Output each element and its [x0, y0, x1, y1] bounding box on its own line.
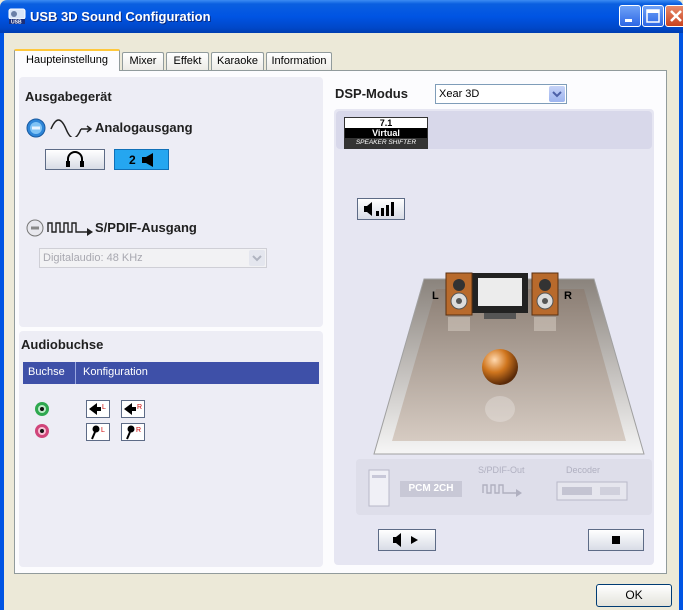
- spdif-radio[interactable]: [25, 218, 45, 238]
- chevron-down-icon: [249, 250, 265, 266]
- minimize-button[interactable]: [619, 5, 641, 27]
- badge-bottom-text: SPEAKER SHIFTER: [345, 138, 427, 148]
- tab-label: Karaoke: [217, 55, 258, 67]
- usb-speaker-icon: USB: [8, 8, 26, 25]
- window-frame-right: [679, 33, 683, 610]
- tab-information[interactable]: Information: [266, 52, 332, 70]
- pc-tower-icon: [368, 469, 390, 507]
- tab-karaoke[interactable]: Karaoke: [211, 52, 264, 70]
- close-button[interactable]: [665, 5, 683, 27]
- spdif-rate-value: Digitalaudio: 48 KHz: [43, 252, 143, 264]
- svg-text:USB: USB: [11, 20, 22, 26]
- minimize-icon: [625, 19, 632, 22]
- speaker-left-icon: L: [89, 403, 106, 415]
- analog-radio[interactable]: [25, 117, 47, 139]
- stop-button[interactable]: [588, 529, 644, 551]
- virtual-room-stage: L R: [373, 272, 645, 455]
- pcm-mode-label: PCM 2CH: [400, 481, 462, 497]
- volume-level-button[interactable]: [357, 198, 405, 220]
- volume-level-icon: [364, 202, 394, 216]
- decoder-label: Decoder: [566, 465, 601, 475]
- headphone-button[interactable]: [45, 149, 105, 170]
- column-divider: [75, 362, 76, 384]
- speaker-icon: [142, 153, 153, 167]
- tab-label: Haupteinstellung: [26, 54, 108, 66]
- svg-text:L: L: [101, 427, 105, 434]
- maximize-button[interactable]: [642, 5, 664, 27]
- dsp-mode-value: Xear 3D: [439, 88, 480, 100]
- spdif-digital-icon: [47, 222, 93, 236]
- svg-text:R: R: [137, 404, 142, 411]
- speaker-right-icon: R: [124, 403, 142, 415]
- analog-output-label: Analogausgang: [95, 120, 193, 135]
- tab-label: Mixer: [129, 55, 157, 67]
- tab-label: Effekt: [173, 55, 202, 67]
- mic-right-button[interactable]: R: [121, 423, 145, 441]
- stop-icon: [612, 536, 620, 544]
- analog-wave-icon: [50, 119, 93, 137]
- dsp-mode-select[interactable]: Xear 3D: [435, 84, 567, 104]
- window-title: USB 3D Sound Configuration: [30, 9, 211, 24]
- spdif-rate-select[interactable]: Digitalaudio: 48 KHz: [39, 248, 267, 268]
- ok-button[interactable]: OK: [596, 584, 672, 607]
- output-device-panel: Ausgabegerät Analogausgang 2 S/PDIF-Ausg…: [19, 77, 323, 327]
- tab-label: Information: [271, 55, 327, 67]
- mic-left-button[interactable]: L: [86, 423, 110, 441]
- tab-haupteinstellung[interactable]: Haupteinstellung: [14, 49, 120, 71]
- dsp-mode-heading: DSP-Modus: [335, 86, 408, 101]
- title-bar[interactable]: USB USB 3D Sound Configuration: [0, 0, 683, 33]
- badge-mid-text: Virtual: [345, 128, 427, 138]
- spdif-out-label: S/PDIF-Out: [478, 465, 525, 475]
- virtual-71-button[interactable]: 7.1 Virtual SPEAKER SHIFTER: [344, 117, 428, 149]
- spdif-out-icon: [482, 484, 522, 497]
- svg-text:R: R: [136, 427, 141, 434]
- test-play-button[interactable]: [378, 529, 436, 551]
- output-device-heading: Ausgabegerät: [25, 89, 112, 104]
- window-frame-left: [0, 33, 4, 610]
- listener-sphere[interactable]: [482, 349, 518, 385]
- maximize-icon: [646, 9, 660, 23]
- tab-panel: Ausgabegerät Analogausgang 2 S/PDIF-Ausg…: [14, 70, 667, 574]
- column-header-jack: Buchse: [28, 366, 65, 378]
- badge-top-text: 7.1: [379, 118, 393, 128]
- tab-effekt[interactable]: Effekt: [166, 52, 209, 70]
- speaker-2ch-button[interactable]: 2: [114, 149, 169, 170]
- jack-pink-icon: [35, 424, 49, 438]
- output-chain-panel: PCM 2CH S/PDIF-Out Decoder: [356, 459, 652, 515]
- jack-green-icon: [35, 402, 49, 416]
- speaker-right-button[interactable]: R: [121, 400, 145, 418]
- chevron-down-icon: [549, 86, 565, 102]
- mic-right-icon: R: [126, 425, 141, 440]
- spdif-output-label: S/PDIF-Ausgang: [95, 220, 197, 235]
- column-header-config: Konfiguration: [83, 366, 148, 378]
- decoder-device-icon: [556, 481, 628, 501]
- close-icon: [670, 10, 682, 22]
- speaker-mode-label: 2: [129, 153, 136, 167]
- audio-jack-heading: Audiobuchse: [21, 337, 104, 352]
- speaker-left-button[interactable]: L: [86, 400, 110, 418]
- mic-left-icon: L: [91, 425, 105, 440]
- dsp-panel: 7.1 Virtual SPEAKER SHIFTER L R PCM 2CH …: [334, 109, 654, 565]
- audio-jack-table-header: Buchse Konfiguration: [23, 362, 319, 384]
- svg-text:L: L: [102, 404, 106, 411]
- speaker-play-icon: [393, 533, 418, 547]
- headphone-icon: [66, 151, 84, 167]
- tab-mixer[interactable]: Mixer: [122, 52, 164, 70]
- speaker-right-label: R: [564, 290, 572, 302]
- audio-jack-panel: Audiobuchse Buchse Konfiguration L R L R: [19, 331, 323, 567]
- speaker-left-label: L: [432, 290, 439, 302]
